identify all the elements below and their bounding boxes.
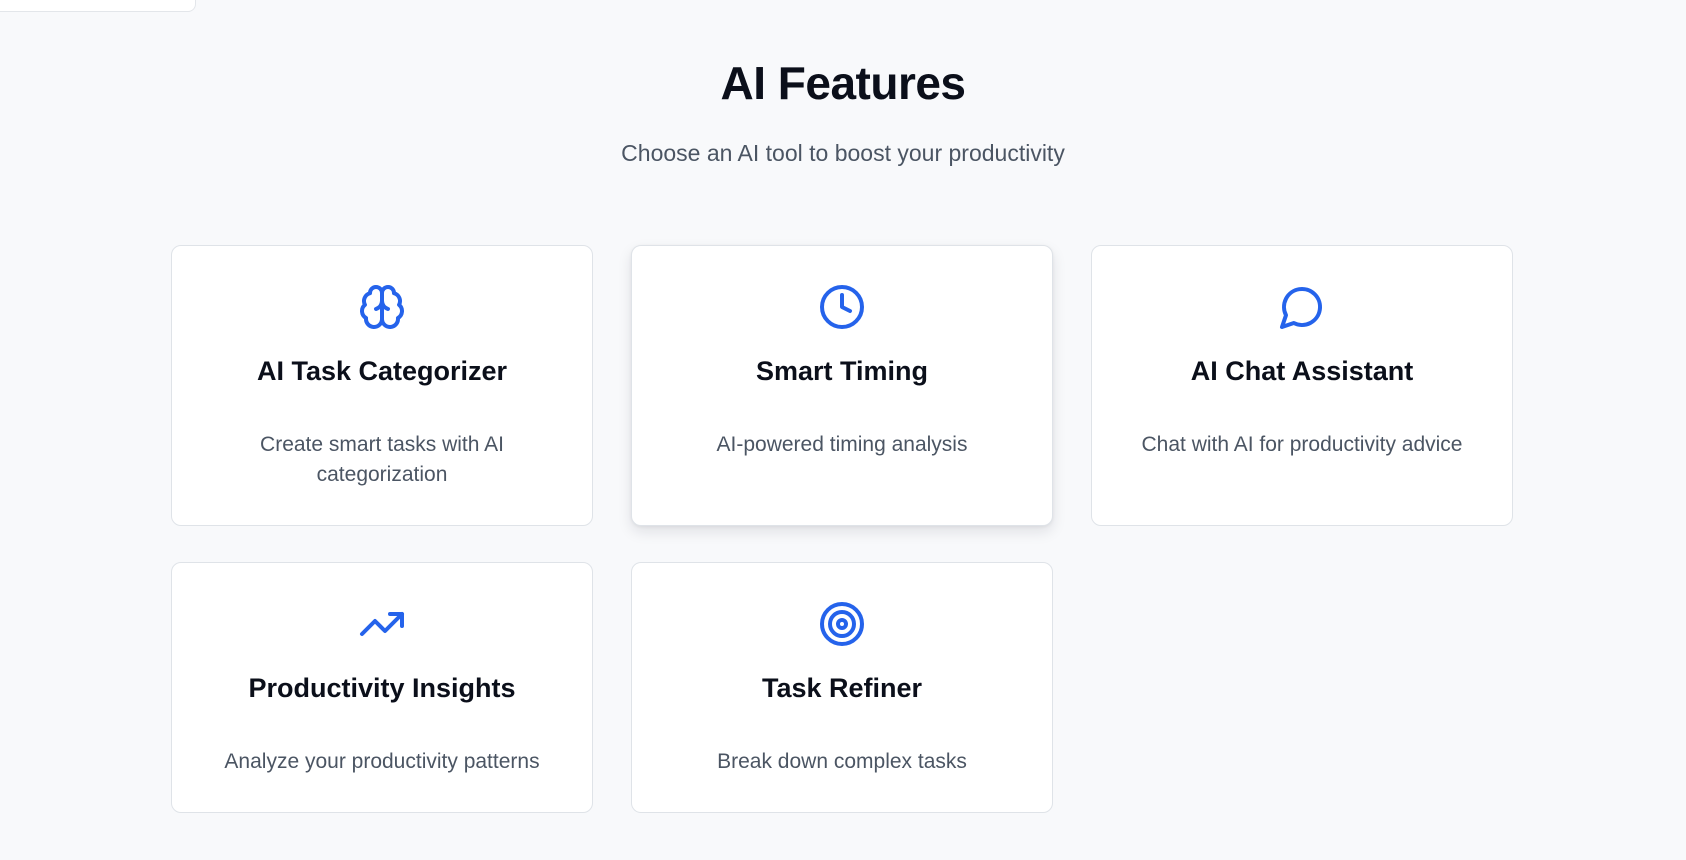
feature-card-smart-timing[interactable]: Smart Timing AI-powered timing analysis [631,245,1053,526]
feature-card-title: AI Chat Assistant [1190,356,1414,386]
chat-bubble-icon [1092,283,1512,331]
feature-card-title: Productivity Insights [248,673,516,703]
target-icon [632,600,1052,648]
feature-card-description: Create smart tasks with AI categorizatio… [260,433,504,486]
feature-card-description: AI-powered timing analysis [716,433,968,456]
feature-card-task-refiner[interactable]: Task Refiner Break down complex tasks [631,562,1053,813]
top-left-panel-edge [0,0,196,12]
feature-card-title: Smart Timing [755,356,929,386]
feature-card-title: Task Refiner [761,673,923,703]
trending-up-icon [172,600,592,648]
feature-card-title: AI Task Categorizer [256,356,508,386]
brain-icon [172,283,592,331]
clock-icon [632,283,1052,331]
feature-card-productivity-insights[interactable]: Productivity Insights Analyze your produ… [171,562,593,813]
feature-card-description: Break down complex tasks [717,750,967,773]
page-title: AI Features [720,57,966,109]
feature-card-task-categorizer[interactable]: AI Task Categorizer Create smart tasks w… [171,245,593,526]
feature-card-chat-assistant[interactable]: AI Chat Assistant Chat with AI for produ… [1091,245,1513,526]
feature-card-description: Chat with AI for productivity advice [1141,433,1463,456]
page-subtitle: Choose an AI tool to boost your producti… [621,140,1065,166]
feature-card-description: Analyze your productivity patterns [224,750,540,773]
